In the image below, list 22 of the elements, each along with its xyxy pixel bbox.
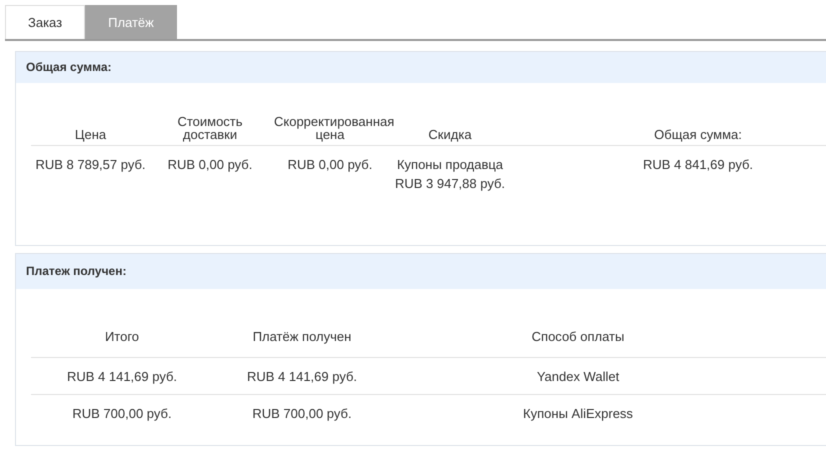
column-header: Стоимость доставки xyxy=(177,114,243,142)
table-cell: RUB 4 141,69 руб. xyxy=(246,369,358,384)
table-cell: RUB 700,00 руб. xyxy=(72,406,172,421)
table-cell: Купоны продавца RUB 3 947,88 руб. xyxy=(394,157,506,191)
table-cell: Купоны AliExpress xyxy=(523,406,633,421)
column-header: Платёж получен xyxy=(252,328,352,344)
panel-title: Платеж получен: xyxy=(16,254,826,289)
column-header: Общая сумма: xyxy=(654,127,742,142)
column-header: Цена xyxy=(74,127,106,142)
column-header: Итого xyxy=(104,328,140,344)
table-cell: RUB 0,00 руб. xyxy=(168,157,252,172)
table-cell: RUB 700,00 руб. xyxy=(252,406,352,421)
table-cell: Yandex Wallet xyxy=(536,369,620,384)
panel-title: Общая сумма: xyxy=(16,52,826,83)
column-header: Скидка xyxy=(428,127,472,142)
table-cell: RUB 4 141,69 руб. xyxy=(66,369,178,384)
table-cell: RUB 4 841,69 руб. xyxy=(642,157,754,172)
table-cell: RUB 8 789,57 руб. xyxy=(35,157,146,172)
column-header: Скорректированная цена xyxy=(274,114,394,142)
table-cell: RUB 0,00 руб. xyxy=(288,157,372,172)
tab[interactable]: Заказ xyxy=(5,5,86,39)
column-header: Способ оплаты xyxy=(532,328,624,344)
